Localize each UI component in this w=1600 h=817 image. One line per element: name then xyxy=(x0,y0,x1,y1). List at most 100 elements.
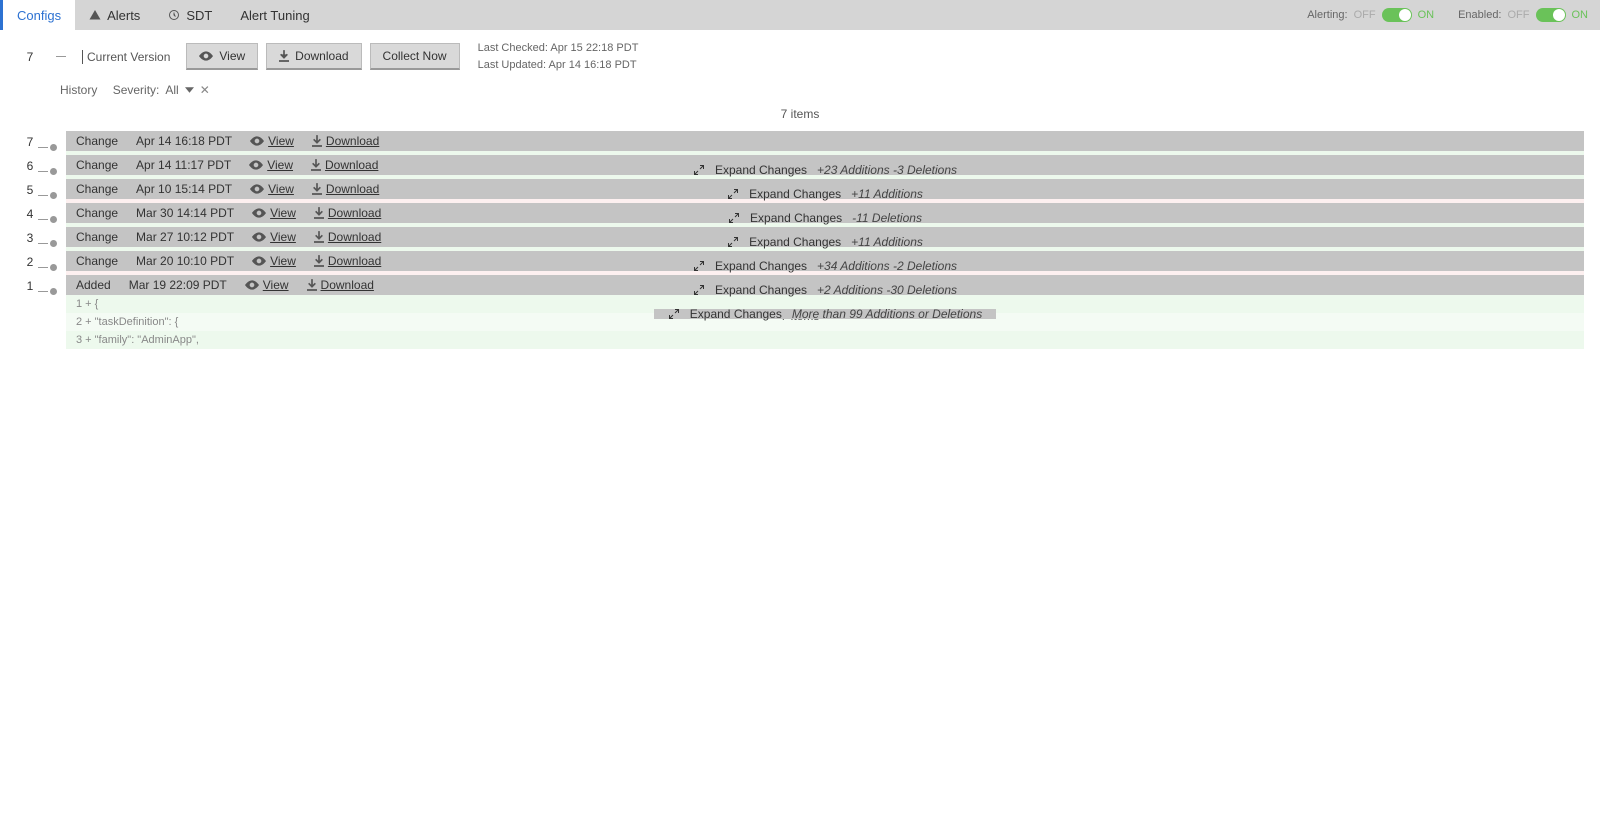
filter-row: History Severity: All ✕ xyxy=(0,83,1600,97)
expand-label: Expand Changes xyxy=(749,235,841,249)
enabled-toggle[interactable] xyxy=(1536,8,1566,22)
download-icon xyxy=(279,50,289,62)
entry-timestamp: Mar 19 22:09 PDT xyxy=(129,278,227,292)
entry-view-link[interactable]: View xyxy=(250,182,294,196)
severity-label: Severity: xyxy=(113,83,160,97)
expand-icon xyxy=(727,236,739,248)
last-checked-value: Apr 15 22:18 PDT xyxy=(550,42,638,54)
version-node xyxy=(40,251,66,275)
tab-alert-tuning[interactable]: Alert Tuning xyxy=(226,0,323,30)
diff-line: 3 + "family": "AdminApp", xyxy=(66,331,1584,349)
last-updated-value: Apr 14 16:18 PDT xyxy=(549,59,637,71)
expand-changes-button[interactable]: Expand Changes+11 Additions xyxy=(713,189,937,199)
expand-changes-button[interactable]: Expand ChangesMore than 99 Additions or … xyxy=(654,309,996,319)
tab-configs[interactable]: Configs xyxy=(3,0,75,30)
expand-label: Expand Changes xyxy=(715,283,807,297)
entry-download-link[interactable]: Download xyxy=(312,134,379,148)
expand-label: Expand Changes xyxy=(715,163,807,177)
entry-header: Change Apr 14 16:18 PDT View Download xyxy=(66,131,1584,151)
history-entry: 7ChangeApr 14 16:18 PDTViewDownload44 + … xyxy=(0,131,1600,155)
entry-download-link[interactable]: Download xyxy=(307,278,374,292)
view-button[interactable]: View xyxy=(186,43,258,70)
entry-view-link[interactable]: View xyxy=(249,158,293,172)
history-label: History xyxy=(60,83,97,97)
entry-download-link[interactable]: Download xyxy=(314,254,381,268)
download-icon xyxy=(307,279,317,291)
expand-changes-button[interactable]: Expand Changes -11 Deletions xyxy=(714,213,936,223)
entry-download-link[interactable]: Download xyxy=(312,182,379,196)
alerting-toggle-group: Alerting: OFF ON xyxy=(1295,0,1446,30)
download-icon xyxy=(312,183,322,195)
expand-changes-button[interactable]: Expand Changes+11 Additions xyxy=(713,237,937,247)
expand-stats: +23 Additions -3 Deletions xyxy=(817,163,957,177)
sdt-icon xyxy=(168,9,180,21)
entry-kind: Added xyxy=(76,278,111,292)
tab-sdt[interactable]: SDT xyxy=(154,0,226,30)
entry-timestamp: Mar 27 10:12 PDT xyxy=(136,230,234,244)
version-node xyxy=(40,131,66,155)
version-number: 4 xyxy=(20,203,40,227)
clear-filter-icon[interactable]: ✕ xyxy=(200,83,210,97)
expand-changes-button[interactable]: Expand Changes+34 Additions -2 Deletions xyxy=(679,261,971,271)
expand-stats: +2 Additions -30 Deletions xyxy=(817,283,957,297)
entry-kind: Change xyxy=(76,206,118,220)
current-version-number: 7 xyxy=(20,50,40,64)
entry-view-link[interactable]: View xyxy=(252,206,296,220)
entry-timestamp: Apr 10 15:14 PDT xyxy=(136,182,232,196)
tab-label: Alert Tuning xyxy=(240,8,309,23)
expand-label: Expand Changes xyxy=(750,211,842,225)
entry-timestamp: Apr 14 11:17 PDT xyxy=(136,158,231,172)
tab-alerts[interactable]: Alerts xyxy=(75,0,154,30)
entry-timestamp: Apr 14 16:18 PDT xyxy=(136,134,232,148)
entry-kind: Change xyxy=(76,134,118,148)
entry-download-link[interactable]: Download xyxy=(314,206,381,220)
tab-label: Configs xyxy=(17,8,61,23)
entry-view-link[interactable]: View xyxy=(250,134,294,148)
version-node xyxy=(40,179,66,203)
eye-icon xyxy=(199,51,213,61)
entry-timestamp: Mar 20 10:10 PDT xyxy=(136,254,234,268)
enabled-toggle-group: Enabled: OFF ON xyxy=(1446,0,1600,30)
expand-label: Expand Changes xyxy=(749,187,841,201)
button-label: Download xyxy=(295,49,348,63)
expand-stats: -11 Deletions xyxy=(852,211,922,225)
expand-stats: More than 99 Additions or Deletions xyxy=(792,307,982,321)
eye-icon xyxy=(252,256,266,266)
expand-icon xyxy=(668,308,680,320)
last-checked-updated: Last Checked: Apr 15 22:18 PDT Last Upda… xyxy=(478,40,639,73)
collect-now-button[interactable]: Collect Now xyxy=(370,43,460,70)
eye-icon xyxy=(249,160,263,170)
chevron-down-icon[interactable] xyxy=(185,87,194,93)
tab-label: SDT xyxy=(186,8,212,23)
version-number: 1 xyxy=(20,275,40,299)
alert-icon xyxy=(89,9,101,21)
entry-view-link[interactable]: View xyxy=(252,254,296,268)
download-button[interactable]: Download xyxy=(266,43,361,70)
expand-icon xyxy=(727,188,739,200)
entry-download-link[interactable]: Download xyxy=(311,158,378,172)
download-icon xyxy=(312,135,322,147)
alerting-label: Alerting: xyxy=(1307,9,1347,21)
alerting-toggle[interactable] xyxy=(1382,8,1412,22)
toggle-off-label: OFF xyxy=(1508,9,1530,21)
download-icon xyxy=(314,255,324,267)
severity-value[interactable]: All xyxy=(165,83,178,97)
version-number: 2 xyxy=(20,251,40,275)
expand-icon xyxy=(693,260,705,272)
expand-changes-button[interactable]: Expand Changes +23 Additions -3 Deletions xyxy=(679,165,971,175)
eye-icon xyxy=(250,136,264,146)
version-node xyxy=(40,275,66,299)
diff-preview: 1 + {2 + "taskDefinition": {3 + "family"… xyxy=(66,295,1584,349)
expand-changes-button[interactable]: Expand Changes +2 Additions -30 Deletions xyxy=(679,285,971,295)
entry-view-link[interactable]: View xyxy=(252,230,296,244)
eye-icon xyxy=(252,232,266,242)
button-label: Collect Now xyxy=(383,49,447,63)
config-toolbar: 7 Current Version View Download Collect … xyxy=(0,30,1600,83)
expand-label: Expand Changes xyxy=(715,259,807,273)
entry-view-link[interactable]: View xyxy=(245,278,289,292)
entry-download-link[interactable]: Download xyxy=(314,230,381,244)
item-count-top: 7 items xyxy=(0,97,1600,131)
version-number: 7 xyxy=(20,131,40,155)
eye-icon xyxy=(252,208,266,218)
history-list: 7ChangeApr 14 16:18 PDTViewDownload44 + … xyxy=(0,131,1600,299)
